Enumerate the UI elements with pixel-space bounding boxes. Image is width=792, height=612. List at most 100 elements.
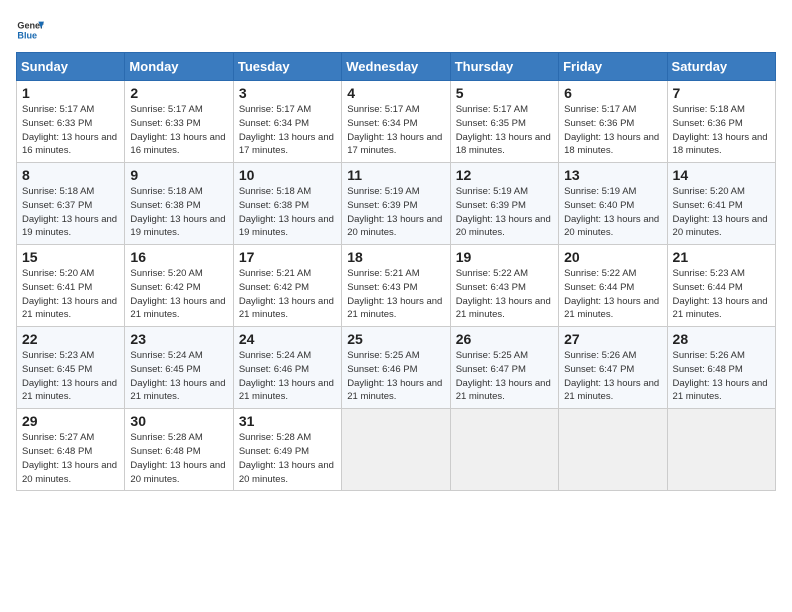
calendar-day-cell: 6 Sunrise: 5:17 AM Sunset: 6:36 PM Dayli… <box>559 81 667 163</box>
calendar-day-cell: 5 Sunrise: 5:17 AM Sunset: 6:35 PM Dayli… <box>450 81 558 163</box>
day-number: 7 <box>673 85 770 101</box>
day-info: Sunrise: 5:17 AM Sunset: 6:34 PM Dayligh… <box>347 103 444 158</box>
day-info: Sunrise: 5:17 AM Sunset: 6:35 PM Dayligh… <box>456 103 553 158</box>
day-number: 15 <box>22 249 119 265</box>
calendar-day-header: Friday <box>559 53 667 81</box>
day-number: 30 <box>130 413 227 429</box>
calendar-day-header: Wednesday <box>342 53 450 81</box>
calendar-day-cell: 19 Sunrise: 5:22 AM Sunset: 6:43 PM Dayl… <box>450 245 558 327</box>
day-number: 3 <box>239 85 336 101</box>
calendar-day-cell: 20 Sunrise: 5:22 AM Sunset: 6:44 PM Dayl… <box>559 245 667 327</box>
day-info: Sunrise: 5:18 AM Sunset: 6:36 PM Dayligh… <box>673 103 770 158</box>
calendar-day-cell: 31 Sunrise: 5:28 AM Sunset: 6:49 PM Dayl… <box>233 409 341 491</box>
day-number: 25 <box>347 331 444 347</box>
calendar-day-cell: 9 Sunrise: 5:18 AM Sunset: 6:38 PM Dayli… <box>125 163 233 245</box>
calendar-day-cell: 11 Sunrise: 5:19 AM Sunset: 6:39 PM Dayl… <box>342 163 450 245</box>
calendar-week-row: 29 Sunrise: 5:27 AM Sunset: 6:48 PM Dayl… <box>17 409 776 491</box>
day-number: 11 <box>347 167 444 183</box>
day-number: 24 <box>239 331 336 347</box>
day-info: Sunrise: 5:20 AM Sunset: 6:41 PM Dayligh… <box>673 185 770 240</box>
calendar-table: SundayMondayTuesdayWednesdayThursdayFrid… <box>16 52 776 491</box>
calendar-day-header: Thursday <box>450 53 558 81</box>
calendar-day-cell: 4 Sunrise: 5:17 AM Sunset: 6:34 PM Dayli… <box>342 81 450 163</box>
calendar-day-cell: 21 Sunrise: 5:23 AM Sunset: 6:44 PM Dayl… <box>667 245 775 327</box>
calendar-day-cell: 7 Sunrise: 5:18 AM Sunset: 6:36 PM Dayli… <box>667 81 775 163</box>
day-info: Sunrise: 5:25 AM Sunset: 6:46 PM Dayligh… <box>347 349 444 404</box>
day-info: Sunrise: 5:28 AM Sunset: 6:49 PM Dayligh… <box>239 431 336 486</box>
calendar-day-cell: 26 Sunrise: 5:25 AM Sunset: 6:47 PM Dayl… <box>450 327 558 409</box>
day-info: Sunrise: 5:20 AM Sunset: 6:42 PM Dayligh… <box>130 267 227 322</box>
day-info: Sunrise: 5:23 AM Sunset: 6:45 PM Dayligh… <box>22 349 119 404</box>
day-info: Sunrise: 5:20 AM Sunset: 6:41 PM Dayligh… <box>22 267 119 322</box>
day-number: 29 <box>22 413 119 429</box>
calendar-day-cell: 15 Sunrise: 5:20 AM Sunset: 6:41 PM Dayl… <box>17 245 125 327</box>
calendar-day-cell: 30 Sunrise: 5:28 AM Sunset: 6:48 PM Dayl… <box>125 409 233 491</box>
header: General Blue <box>16 16 776 44</box>
day-number: 26 <box>456 331 553 347</box>
day-info: Sunrise: 5:26 AM Sunset: 6:48 PM Dayligh… <box>673 349 770 404</box>
calendar-day-cell: 14 Sunrise: 5:20 AM Sunset: 6:41 PM Dayl… <box>667 163 775 245</box>
day-number: 21 <box>673 249 770 265</box>
calendar-day-cell: 12 Sunrise: 5:19 AM Sunset: 6:39 PM Dayl… <box>450 163 558 245</box>
day-info: Sunrise: 5:23 AM Sunset: 6:44 PM Dayligh… <box>673 267 770 322</box>
calendar-day-cell: 17 Sunrise: 5:21 AM Sunset: 6:42 PM Dayl… <box>233 245 341 327</box>
day-number: 10 <box>239 167 336 183</box>
day-number: 22 <box>22 331 119 347</box>
calendar-day-cell: 23 Sunrise: 5:24 AM Sunset: 6:45 PM Dayl… <box>125 327 233 409</box>
calendar-day-cell: 25 Sunrise: 5:25 AM Sunset: 6:46 PM Dayl… <box>342 327 450 409</box>
calendar-day-cell: 24 Sunrise: 5:24 AM Sunset: 6:46 PM Dayl… <box>233 327 341 409</box>
day-number: 5 <box>456 85 553 101</box>
calendar-day-cell: 3 Sunrise: 5:17 AM Sunset: 6:34 PM Dayli… <box>233 81 341 163</box>
day-number: 18 <box>347 249 444 265</box>
day-number: 8 <box>22 167 119 183</box>
logo-icon: General Blue <box>16 16 44 44</box>
day-number: 14 <box>673 167 770 183</box>
day-info: Sunrise: 5:17 AM Sunset: 6:34 PM Dayligh… <box>239 103 336 158</box>
day-info: Sunrise: 5:28 AM Sunset: 6:48 PM Dayligh… <box>130 431 227 486</box>
calendar-day-cell: 10 Sunrise: 5:18 AM Sunset: 6:38 PM Dayl… <box>233 163 341 245</box>
calendar-day-cell: 8 Sunrise: 5:18 AM Sunset: 6:37 PM Dayli… <box>17 163 125 245</box>
day-info: Sunrise: 5:22 AM Sunset: 6:43 PM Dayligh… <box>456 267 553 322</box>
day-number: 27 <box>564 331 661 347</box>
day-info: Sunrise: 5:26 AM Sunset: 6:47 PM Dayligh… <box>564 349 661 404</box>
calendar-day-header: Monday <box>125 53 233 81</box>
calendar-day-cell: 16 Sunrise: 5:20 AM Sunset: 6:42 PM Dayl… <box>125 245 233 327</box>
svg-text:Blue: Blue <box>17 30 37 40</box>
calendar-day-cell <box>450 409 558 491</box>
day-info: Sunrise: 5:18 AM Sunset: 6:37 PM Dayligh… <box>22 185 119 240</box>
calendar-day-cell: 13 Sunrise: 5:19 AM Sunset: 6:40 PM Dayl… <box>559 163 667 245</box>
day-number: 2 <box>130 85 227 101</box>
calendar-day-cell: 29 Sunrise: 5:27 AM Sunset: 6:48 PM Dayl… <box>17 409 125 491</box>
day-info: Sunrise: 5:18 AM Sunset: 6:38 PM Dayligh… <box>130 185 227 240</box>
calendar-day-cell: 18 Sunrise: 5:21 AM Sunset: 6:43 PM Dayl… <box>342 245 450 327</box>
day-number: 28 <box>673 331 770 347</box>
day-info: Sunrise: 5:21 AM Sunset: 6:42 PM Dayligh… <box>239 267 336 322</box>
calendar-day-cell: 27 Sunrise: 5:26 AM Sunset: 6:47 PM Dayl… <box>559 327 667 409</box>
day-number: 16 <box>130 249 227 265</box>
day-number: 6 <box>564 85 661 101</box>
day-info: Sunrise: 5:27 AM Sunset: 6:48 PM Dayligh… <box>22 431 119 486</box>
calendar-day-cell: 22 Sunrise: 5:23 AM Sunset: 6:45 PM Dayl… <box>17 327 125 409</box>
day-info: Sunrise: 5:22 AM Sunset: 6:44 PM Dayligh… <box>564 267 661 322</box>
calendar-day-cell <box>667 409 775 491</box>
day-info: Sunrise: 5:19 AM Sunset: 6:39 PM Dayligh… <box>347 185 444 240</box>
calendar-day-cell: 2 Sunrise: 5:17 AM Sunset: 6:33 PM Dayli… <box>125 81 233 163</box>
calendar-week-row: 15 Sunrise: 5:20 AM Sunset: 6:41 PM Dayl… <box>17 245 776 327</box>
day-info: Sunrise: 5:17 AM Sunset: 6:36 PM Dayligh… <box>564 103 661 158</box>
calendar-day-header: Saturday <box>667 53 775 81</box>
day-number: 17 <box>239 249 336 265</box>
day-info: Sunrise: 5:17 AM Sunset: 6:33 PM Dayligh… <box>22 103 119 158</box>
day-info: Sunrise: 5:18 AM Sunset: 6:38 PM Dayligh… <box>239 185 336 240</box>
day-info: Sunrise: 5:17 AM Sunset: 6:33 PM Dayligh… <box>130 103 227 158</box>
calendar-week-row: 22 Sunrise: 5:23 AM Sunset: 6:45 PM Dayl… <box>17 327 776 409</box>
calendar-week-row: 8 Sunrise: 5:18 AM Sunset: 6:37 PM Dayli… <box>17 163 776 245</box>
day-info: Sunrise: 5:21 AM Sunset: 6:43 PM Dayligh… <box>347 267 444 322</box>
calendar-header-row: SundayMondayTuesdayWednesdayThursdayFrid… <box>17 53 776 81</box>
day-info: Sunrise: 5:24 AM Sunset: 6:45 PM Dayligh… <box>130 349 227 404</box>
calendar-day-header: Tuesday <box>233 53 341 81</box>
day-info: Sunrise: 5:24 AM Sunset: 6:46 PM Dayligh… <box>239 349 336 404</box>
day-number: 23 <box>130 331 227 347</box>
day-number: 9 <box>130 167 227 183</box>
day-number: 20 <box>564 249 661 265</box>
day-number: 4 <box>347 85 444 101</box>
